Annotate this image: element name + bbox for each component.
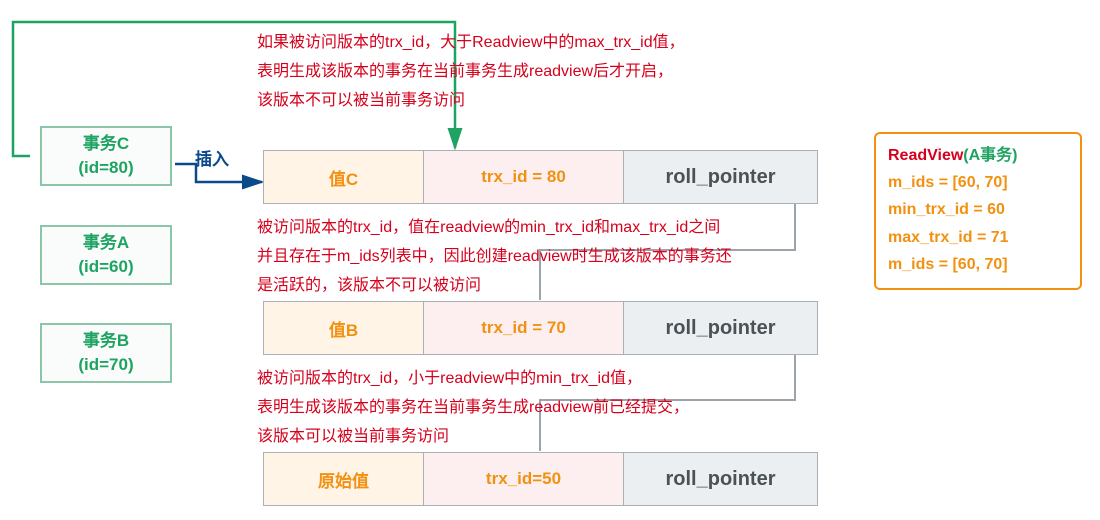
row3-value: 原始值 [264, 453, 424, 505]
transaction-c-name: 事务C [42, 132, 170, 156]
transaction-c-box: 事务C (id=80) [40, 126, 172, 186]
row2-trx-id: trx_id = 70 [424, 302, 624, 354]
readview-title-name: ReadView [888, 147, 963, 164]
note-1: 如果被访问版本的trx_id，大于Readview中的max_trx_id值，表… [257, 29, 685, 115]
version-row-3: 原始值 trx_id=50 roll_pointer [263, 452, 818, 506]
readview-m-ids-1: m_ids = [60, 70] [888, 169, 1068, 196]
row2-roll-pointer: roll_pointer [624, 302, 817, 354]
readview-min-trx-id: min_trx_id = 60 [888, 196, 1068, 223]
readview-title: ReadView(A事务) [888, 142, 1068, 169]
row3-roll-pointer: roll_pointer [624, 453, 817, 505]
note-3: 被访问版本的trx_id，小于readview中的min_trx_id值，表明生… [257, 365, 689, 451]
transaction-b-box: 事务B (id=70) [40, 323, 172, 383]
readview-box: ReadView(A事务) m_ids = [60, 70] min_trx_i… [874, 132, 1082, 290]
row1-value: 值C [264, 151, 424, 203]
insert-label: 插入 [195, 145, 229, 170]
row1-trx-id: trx_id = 80 [424, 151, 624, 203]
row3-trx-id: trx_id=50 [424, 453, 624, 505]
row1-roll-pointer: roll_pointer [624, 151, 817, 203]
readview-title-paren: (A事务) [963, 147, 1017, 164]
transaction-a-name: 事务A [42, 231, 170, 255]
readview-m-ids-2: m_ids = [60, 70] [888, 251, 1068, 278]
version-row-1: 值C trx_id = 80 roll_pointer [263, 150, 818, 204]
transaction-a-id: (id=60) [42, 255, 170, 279]
readview-max-trx-id: max_trx_id = 71 [888, 224, 1068, 251]
transaction-c-id: (id=80) [42, 156, 170, 180]
version-row-2: 值B trx_id = 70 roll_pointer [263, 301, 818, 355]
transaction-b-id: (id=70) [42, 353, 170, 377]
row2-value: 值B [264, 302, 424, 354]
transaction-a-box: 事务A (id=60) [40, 225, 172, 285]
transaction-b-name: 事务B [42, 329, 170, 353]
note-2: 被访问版本的trx_id，值在readview的min_trx_id和max_t… [257, 214, 732, 300]
